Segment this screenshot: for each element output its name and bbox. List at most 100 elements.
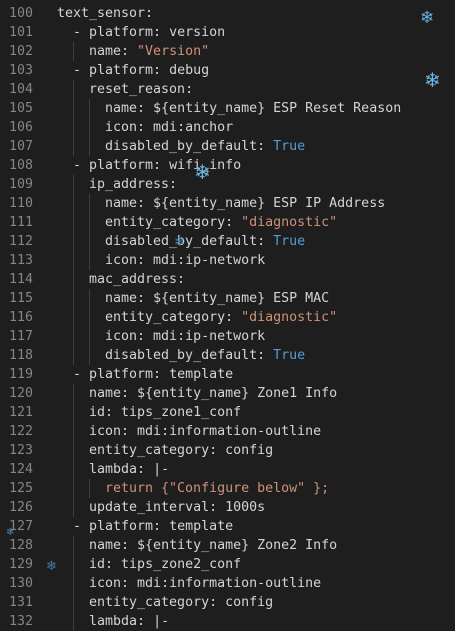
code-line[interactable]: 120 name: ${entity_name} Zone1 Info xyxy=(0,384,455,403)
code-text: reset_reason: xyxy=(89,80,193,99)
line-number: 132 xyxy=(8,614,33,629)
indent-guide xyxy=(73,175,74,194)
yaml-key: id: xyxy=(89,405,114,420)
indent-guide xyxy=(73,460,74,479)
yaml-key: mac_address: xyxy=(89,272,186,287)
code-line[interactable]: 108 - platform: wifi_info xyxy=(0,156,455,175)
code-line[interactable]: 104 reset_reason: xyxy=(0,80,455,99)
line-number: 123 xyxy=(8,443,33,458)
code-line[interactable]: 117 icon: mdi:ip-network xyxy=(0,327,455,346)
yaml-key: ip_address: xyxy=(89,177,178,192)
yaml-key: platform: xyxy=(89,25,162,40)
yaml-key: lambda: xyxy=(89,614,146,629)
code-line[interactable]: 118 disabled_by_default: True xyxy=(0,346,455,365)
indent-guide xyxy=(73,270,74,289)
yaml-value: 1000s xyxy=(225,500,266,515)
yaml-key: name: xyxy=(105,291,146,306)
line-number: 128 xyxy=(8,538,33,553)
yaml-value: tips_zone2_conf xyxy=(121,557,242,572)
snowflake-icon: ❄ xyxy=(6,527,15,538)
line-number: 121 xyxy=(8,405,33,420)
yaml-key: disabled_by_default: xyxy=(105,139,266,154)
code-line[interactable]: 132 lambda: |- xyxy=(0,612,455,631)
snowflake-icon: ❄ xyxy=(174,235,185,250)
line-number: 105 xyxy=(8,101,33,116)
code-line[interactable]: 119 - platform: template xyxy=(0,365,455,384)
code-line[interactable]: 102 name: "Version" xyxy=(0,42,455,61)
line-number: 110 xyxy=(8,196,33,211)
yaml-key: update_interval: xyxy=(89,500,218,515)
yaml-value: mdi:information-outline xyxy=(137,424,322,439)
yaml-key: entity_category: xyxy=(105,310,234,325)
indent-guide xyxy=(73,536,74,555)
code-line[interactable]: 127 - platform: template xyxy=(0,517,455,536)
code-line[interactable]: 121 id: tips_zone1_conf xyxy=(0,403,455,422)
code-text: name: ${entity_name} ESP Reset Reason xyxy=(105,99,401,118)
indent-guide xyxy=(89,137,90,156)
yaml-key: name: xyxy=(89,538,130,553)
code-text: - platform: debug xyxy=(73,61,209,80)
code-editor[interactable]: 100 text_sensor: 101- platform: version 102… xyxy=(0,4,455,631)
code-line[interactable]: 107 disabled_by_default: True xyxy=(0,137,455,156)
indent-guide xyxy=(73,441,74,460)
indent-guide xyxy=(73,327,74,346)
indent-guide xyxy=(89,213,90,232)
code-line[interactable]: 116 entity_category: "diagnostic" xyxy=(0,308,455,327)
code-line[interactable]: 110 name: ${entity_name} ESP IP Address xyxy=(0,194,455,213)
code-line[interactable]: 113 icon: mdi:ip-network xyxy=(0,251,455,270)
code-text: - platform: wifi_info xyxy=(73,156,241,175)
indent-guide xyxy=(89,346,90,365)
code-line[interactable]: 128 name: ${entity_name} Zone2 Info xyxy=(0,536,455,555)
yaml-value: True xyxy=(273,139,306,154)
indent-guide xyxy=(73,479,74,498)
code-line[interactable]: 101 - platform: version xyxy=(0,23,455,42)
line-number: 127 xyxy=(8,519,33,534)
code-line[interactable]: 106 icon: mdi:anchor xyxy=(0,118,455,137)
code-line[interactable]: 111 entity_category: "diagnostic" xyxy=(0,213,455,232)
code-line[interactable]: 129 id: tips_zone2_conf xyxy=(0,555,455,574)
code-text: icon: mdi:ip-network xyxy=(105,327,265,346)
code-line[interactable]: 105 name: ${entity_name} ESP Reset Reason xyxy=(0,99,455,118)
code-line[interactable]: 124 lambda: |- xyxy=(0,460,455,479)
code-line[interactable]: 115 name: ${entity_name} ESP MAC xyxy=(0,289,455,308)
code-text: icon: mdi:ip-network xyxy=(105,251,265,270)
indent-guide xyxy=(73,346,74,365)
line-number: 112 xyxy=(8,234,33,249)
code-line[interactable]: 130 icon: mdi:information-outline xyxy=(0,574,455,593)
line-number: 126 xyxy=(8,500,33,515)
indent-guide xyxy=(89,308,90,327)
indent-guide xyxy=(73,289,74,308)
line-number: 109 xyxy=(8,177,33,192)
line-number: 106 xyxy=(8,120,33,135)
code-line[interactable]: 112 disabled_by_default: True xyxy=(0,232,455,251)
code-text: name: ${entity_name} ESP IP Address xyxy=(105,194,385,213)
yaml-key: icon: xyxy=(105,329,146,344)
code-line[interactable]: 109 ip_address: xyxy=(0,175,455,194)
indent-guide xyxy=(89,99,90,118)
indent-guide xyxy=(89,194,90,213)
code-line[interactable]: 103 - platform: debug xyxy=(0,61,455,80)
yaml-value: debug xyxy=(169,63,210,78)
code-line[interactable]: 114 mac_address: xyxy=(0,270,455,289)
code-line[interactable]: 131 entity_category: config xyxy=(0,593,455,612)
code-line[interactable]: 122 icon: mdi:information-outline xyxy=(0,422,455,441)
line-number: 115 xyxy=(8,291,33,306)
code-line[interactable]: 100 text_sensor: xyxy=(0,4,455,23)
indent-guide xyxy=(73,137,74,156)
yaml-value: "Version" xyxy=(137,44,210,59)
line-number: 111 xyxy=(8,215,33,230)
line-number: 118 xyxy=(8,348,33,363)
code-text: return {"Configure below" }; xyxy=(105,479,329,498)
code-line[interactable]: 125 return {"Configure below" }; xyxy=(0,479,455,498)
code-line[interactable]: 123 entity_category: config xyxy=(0,441,455,460)
yaml-key: platform: xyxy=(89,367,162,382)
line-number: 103 xyxy=(8,63,33,78)
yaml-value: "diagnostic" xyxy=(241,310,338,325)
indent-guide xyxy=(73,213,74,232)
code-text: disabled_by_default: True xyxy=(105,346,305,365)
line-number: 107 xyxy=(8,139,33,154)
list-dash: - xyxy=(73,158,90,173)
code-text: entity_category: "diagnostic" xyxy=(105,308,337,327)
code-line[interactable]: 126 update_interval: 1000s xyxy=(0,498,455,517)
indent-guide xyxy=(89,327,90,346)
